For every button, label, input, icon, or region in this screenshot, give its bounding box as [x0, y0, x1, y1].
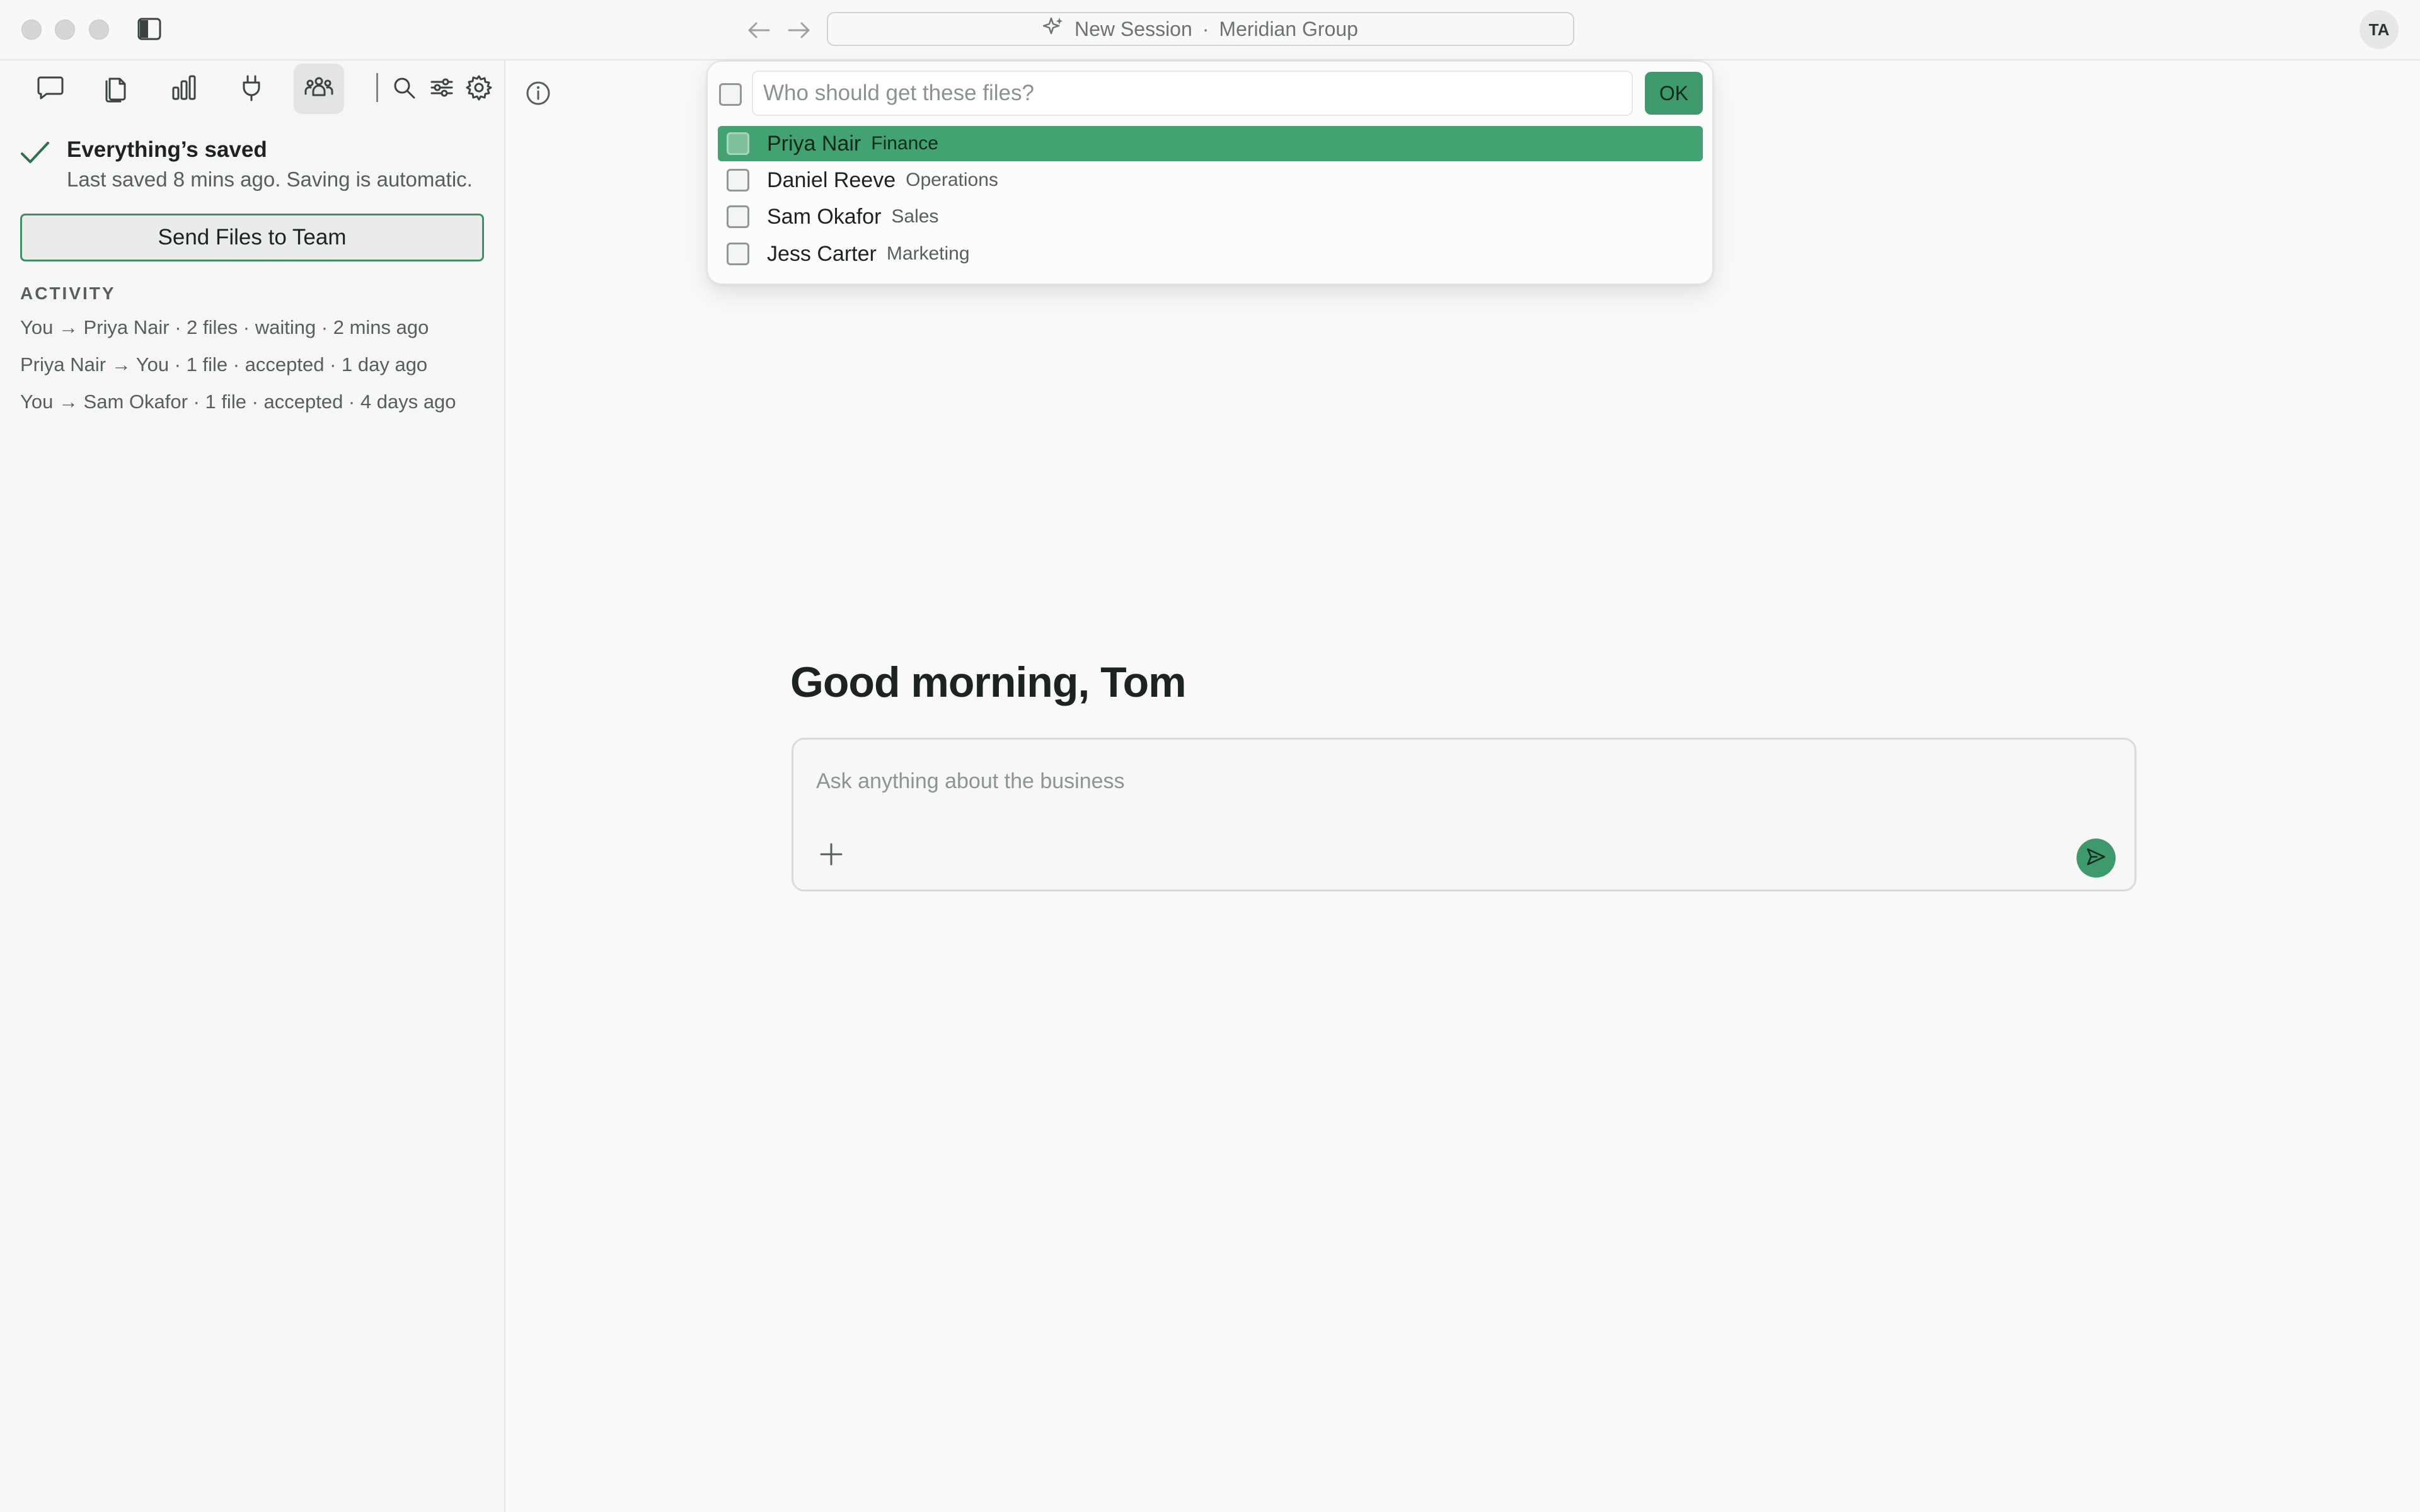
- recipient-option[interactable]: Priya Nair Finance: [718, 126, 1703, 161]
- settings-button[interactable]: [463, 72, 495, 105]
- workspace-name: Meridian Group: [1219, 17, 1358, 40]
- sidebar-toggle-icon[interactable]: [137, 18, 161, 40]
- info-icon[interactable]: [524, 79, 552, 107]
- integrations-tool-button[interactable]: [226, 64, 277, 114]
- send-files-button[interactable]: Send Files to Team: [20, 214, 484, 261]
- bar-chart-icon: [169, 72, 199, 106]
- search-button[interactable]: [388, 72, 420, 105]
- activity-heading: ACTIVITY: [20, 284, 116, 303]
- checkmark-icon: [19, 139, 52, 168]
- chat-icon: [35, 72, 66, 106]
- send-icon: [2085, 846, 2107, 871]
- recipient-picker: OK Priya Nair Finance Daniel Reeve Opera…: [706, 60, 1714, 285]
- sidebar: [0, 60, 505, 1512]
- recipient-option[interactable]: Jess Carter Marketing: [718, 236, 1703, 272]
- plus-icon[interactable]: [816, 839, 846, 869]
- save-status-subtitle: Last saved 8 mins ago. Saving is automat…: [67, 168, 473, 191]
- ok-button[interactable]: OK: [1645, 72, 1703, 115]
- recipient-department: Finance: [871, 133, 938, 154]
- toolbar-divider: [376, 73, 378, 102]
- back-arrow-icon[interactable]: [742, 14, 775, 47]
- recipient-name: Priya Nair: [767, 131, 861, 156]
- recipient-checkbox[interactable]: [727, 169, 749, 192]
- composer: [792, 738, 2136, 891]
- chat-tool-button[interactable]: [25, 64, 76, 114]
- recipient-department: Operations: [906, 169, 998, 190]
- recipient-checkbox[interactable]: [727, 243, 749, 265]
- select-all-checkbox[interactable]: [719, 83, 742, 106]
- documents-tool-button[interactable]: [91, 64, 141, 114]
- session-address-bar[interactable]: New Session · Meridian Group: [827, 12, 1574, 46]
- window-zoom-button[interactable]: [89, 20, 109, 40]
- team-tool-button[interactable]: [294, 64, 344, 114]
- documents-icon: [101, 72, 131, 106]
- recipient-checkbox[interactable]: [727, 132, 749, 155]
- title-separator: ·: [1202, 17, 1209, 40]
- recipient-name: Daniel Reeve: [767, 168, 896, 192]
- plug-icon: [236, 72, 267, 106]
- window-minimize-button[interactable]: [55, 20, 75, 40]
- team-icon: [303, 72, 335, 106]
- recipient-department: Sales: [891, 206, 939, 227]
- filters-button[interactable]: [425, 72, 458, 105]
- save-status-title: Everything’s saved: [67, 137, 267, 162]
- avatar[interactable]: TA: [2360, 10, 2399, 49]
- recipient-option[interactable]: Daniel Reeve Operations: [718, 163, 1703, 198]
- recipient-search-input[interactable]: [752, 71, 1633, 116]
- search-icon: [391, 75, 417, 103]
- recipient-checkbox[interactable]: [727, 205, 749, 228]
- recipient-department: Marketing: [886, 243, 970, 264]
- composer-input[interactable]: [815, 765, 2015, 798]
- recipient-option[interactable]: Sam Okafor Sales: [718, 199, 1703, 234]
- analytics-tool-button[interactable]: [159, 64, 209, 114]
- sliders-icon: [429, 75, 454, 103]
- activity-item[interactable]: Priya Nair → You · 1 file · accepted · 1…: [20, 353, 487, 376]
- send-button[interactable]: [2077, 839, 2116, 878]
- greeting-heading: Good morning, Tom: [790, 658, 1187, 706]
- forward-arrow-icon[interactable]: [783, 14, 815, 47]
- window-close-button[interactable]: [21, 20, 42, 40]
- activity-item[interactable]: You → Priya Nair · 2 files · waiting · 2…: [20, 316, 487, 339]
- recipient-name: Sam Okafor: [767, 204, 882, 229]
- session-title: New Session: [1075, 17, 1192, 40]
- gear-icon: [466, 74, 492, 104]
- sparkle-icon: [1042, 16, 1064, 42]
- recipient-name: Jess Carter: [767, 241, 877, 266]
- activity-item[interactable]: You → Sam Okafor · 1 file · accepted · 4…: [20, 391, 487, 413]
